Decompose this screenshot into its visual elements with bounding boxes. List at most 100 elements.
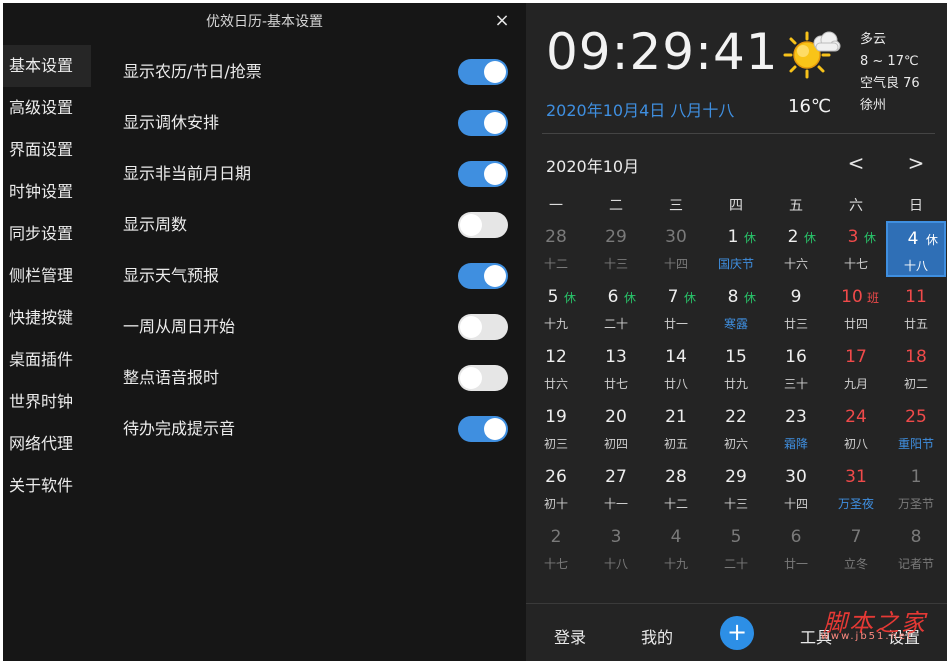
weekday-label: 四: [729, 198, 743, 214]
day-number: 17: [845, 347, 867, 367]
day-cell[interactable]: 30 十四: [646, 221, 706, 277]
holiday-badge: 休: [804, 231, 817, 245]
day-cell[interactable]: 5 十九 休: [526, 281, 586, 337]
prev-month-icon[interactable]: <: [846, 151, 866, 175]
day-cell[interactable]: 6 二十 休: [586, 281, 646, 337]
close-icon[interactable]: ×: [492, 11, 512, 31]
day-cell[interactable]: 3 十七 休: [826, 221, 886, 277]
lunar-label: 二十: [603, 317, 628, 331]
day-cell[interactable]: 3 十八: [586, 521, 646, 577]
current-date[interactable]: 2020年10月4日 八月十八: [546, 97, 734, 121]
day-cell[interactable]: 21 初五: [646, 401, 706, 457]
day-cell[interactable]: 25 重阳节: [886, 401, 946, 457]
day-cell[interactable]: 30 十四: [766, 461, 826, 517]
day-cell[interactable]: 1 万圣节: [886, 461, 946, 517]
day-cell[interactable]: 18 初二: [886, 341, 946, 397]
day-cell[interactable]: 10 廿四班: [826, 281, 886, 337]
day-cell[interactable]: 27 十一: [586, 461, 646, 517]
nav-item-8[interactable]: 世界时钟: [3, 381, 91, 423]
nav-item-4[interactable]: 同步设置: [3, 213, 91, 255]
day-number: 8: [910, 527, 922, 547]
day-cell[interactable]: 28 十二: [526, 221, 586, 277]
day-cell[interactable]: 6 廿一: [766, 521, 826, 577]
nav-item-6[interactable]: 快捷按键: [3, 297, 91, 339]
calendar-week: 5 十九休 6 二十 休 7 廿一休 8 寒露休 9 廿三 10 廿四班 11 廿五: [526, 281, 946, 341]
day-cell[interactable]: 5 二十: [706, 521, 766, 577]
day-cell[interactable]: 24 初八: [826, 401, 886, 457]
day-cell[interactable]: 12 廿六: [526, 341, 586, 397]
day-number: 6: [607, 287, 619, 307]
day-cell[interactable]: 28 十二: [646, 461, 706, 517]
day-cell[interactable]: 31 万圣夜: [826, 461, 886, 517]
lunar-label: 十八: [903, 259, 928, 273]
day-number: 30: [785, 467, 807, 487]
day-cell[interactable]: 1 国庆节 休: [706, 221, 766, 277]
option-toggle[interactable]: [458, 59, 508, 85]
nav-item-0[interactable]: 基本设置: [3, 45, 91, 87]
lunar-label: 十八: [603, 557, 628, 571]
day-cell[interactable]: 13 廿七: [586, 341, 646, 397]
weather-info[interactable]: 多云 8 ~ 17℃ 空气良 76 徐州: [860, 29, 920, 117]
option-toggle[interactable]: [458, 263, 508, 289]
day-cell[interactable]: 4 十九: [646, 521, 706, 577]
day-cell[interactable]: 15 廿九: [706, 341, 766, 397]
option-toggle[interactable]: [458, 161, 508, 187]
day-cell[interactable]: 7 立冬: [826, 521, 886, 577]
day-number: 12: [545, 347, 567, 367]
nav-item-9[interactable]: 网络代理: [3, 423, 91, 465]
lunar-label: 记者节: [897, 557, 934, 571]
day-number: 29: [725, 467, 747, 487]
option-label: 显示周数: [123, 215, 188, 234]
month-title[interactable]: 2020年10月: [546, 153, 639, 177]
watermark: 脚本之家 www.jb51.net: [787, 603, 927, 647]
day-cell[interactable]: 9 廿三: [766, 281, 826, 337]
option-label: 一周从周日开始: [123, 317, 236, 336]
day-cell[interactable]: 8 寒露 休: [706, 281, 766, 337]
nav-item-10[interactable]: 关于软件: [3, 465, 91, 507]
nav-item-3[interactable]: 时钟设置: [3, 171, 91, 213]
next-month-icon[interactable]: >: [906, 151, 926, 175]
day-cell[interactable]: 20 初四: [586, 401, 646, 457]
day-cell[interactable]: 19 初三: [526, 401, 586, 457]
weather-condition: 多云: [860, 32, 887, 47]
nav-item-1[interactable]: 高级设置: [3, 87, 91, 129]
settings-nav: 基本设置 高级设置 界面设置 时钟设置 同步设置 侧栏管理 快捷按键 桌面插件 世界时钟 网络代理…: [3, 45, 91, 507]
day-cell[interactable]: 2 十六 休: [766, 221, 826, 277]
lunar-label: 万圣节: [897, 497, 934, 511]
weekday-label: 六: [849, 198, 863, 214]
day-cell[interactable]: 7 廿一 休: [646, 281, 706, 337]
option-toggle[interactable]: [458, 365, 508, 391]
day-cell[interactable]: 22 初六: [706, 401, 766, 457]
day-cell[interactable]: 26 初十: [526, 461, 586, 517]
holiday-badge: 休: [744, 291, 757, 305]
option-toggle[interactable]: [458, 212, 508, 238]
day-cell[interactable]: 2 十七: [526, 521, 586, 577]
day-cell[interactable]: 8 记者节: [886, 521, 946, 577]
nav-item-2[interactable]: 界面设置: [3, 129, 91, 171]
day-number: 4: [670, 527, 682, 547]
option-toggle[interactable]: [458, 416, 508, 442]
lunar-label: 初三: [543, 437, 568, 451]
nav-item-5[interactable]: 侧栏管理: [3, 255, 91, 297]
lunar-label: 十二: [663, 497, 688, 511]
day-cell[interactable]: 16 三十: [766, 341, 826, 397]
day-cell[interactable]: 17 九月: [826, 341, 886, 397]
add-icon[interactable]: +: [720, 616, 754, 650]
mine-button[interactable]: 我的: [641, 624, 673, 648]
day-cell[interactable]: 14 廿八: [646, 341, 706, 397]
day-number: 7: [667, 287, 679, 307]
nav-item-7[interactable]: 桌面插件: [3, 339, 91, 381]
option-toggle[interactable]: [458, 314, 508, 340]
day-cell[interactable]: 11 廿五: [886, 281, 946, 337]
option-toggle[interactable]: [458, 110, 508, 136]
calendar-week: 2 十七 3 十八 4 十九 5 二十 6 廿一 7 立冬 8 记者节: [526, 521, 946, 581]
calendar-week: 12 廿六 13 廿七 14 廿八 15 廿九 16 三十 17 九月 18 初二: [526, 341, 946, 401]
day-cell[interactable]: 23 霜降: [766, 401, 826, 457]
lunar-label: 初五: [663, 437, 688, 451]
toggle-knob: [484, 112, 506, 134]
day-cell[interactable]: 29 十三: [706, 461, 766, 517]
login-button[interactable]: 登录: [554, 624, 586, 648]
day-cell[interactable]: 29 十三: [586, 221, 646, 277]
lunar-label: 霜降: [783, 437, 808, 451]
day-cell-today[interactable]: 4 十八休: [886, 221, 946, 277]
